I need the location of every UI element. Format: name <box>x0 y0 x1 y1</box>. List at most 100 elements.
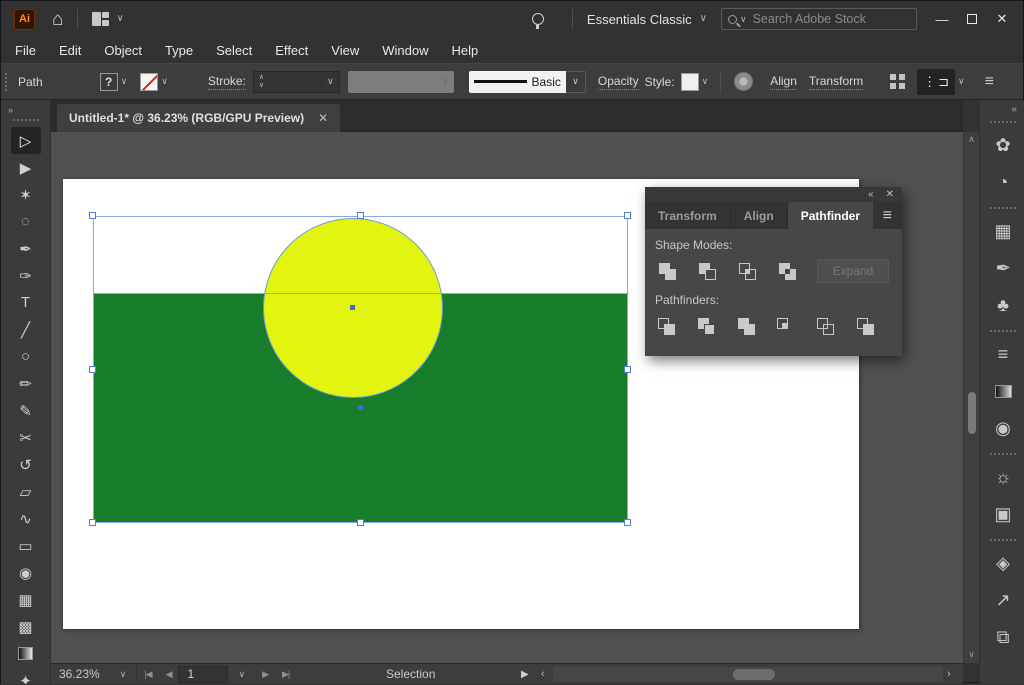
selection-bounding-box[interactable] <box>93 216 628 523</box>
exclude-button[interactable] <box>775 259 799 283</box>
document-tab[interactable]: Untitled-1* @ 36.23% (RGB/GPU Preview) ✕ <box>57 104 340 132</box>
graphic-style-swatch[interactable] <box>681 73 699 91</box>
divide-button[interactable] <box>655 314 678 338</box>
selection-handle-top-left[interactable] <box>89 212 96 219</box>
menu-file[interactable]: File <box>15 43 36 58</box>
scroll-up-icon[interactable]: ∧ <box>968 132 975 146</box>
chevron-down-icon[interactable]: ∨ <box>121 76 128 87</box>
panel-dock-button[interactable]: ⋮ ⊐ <box>917 69 955 95</box>
menu-object[interactable]: Object <box>104 43 142 58</box>
stroke-panel-button[interactable]: ≡ <box>980 336 1024 373</box>
scroll-down-icon[interactable]: ∨ <box>968 647 975 661</box>
arrange-documents-button[interactable]: ∨ <box>92 12 123 26</box>
dock-grip[interactable] <box>990 121 1016 123</box>
gradient-tool[interactable] <box>11 640 41 667</box>
transform-link[interactable]: Transform <box>809 74 863 90</box>
type-tool[interactable]: T <box>11 289 41 316</box>
menu-help[interactable]: Help <box>451 43 478 58</box>
rectangle-center-point[interactable] <box>358 405 363 410</box>
scroll-right-icon[interactable]: › <box>947 668 951 680</box>
recolor-artwork-icon[interactable] <box>734 72 753 91</box>
color-guide-panel-button[interactable]: ◔ <box>980 164 1024 201</box>
last-artboard-button[interactable]: ▶| <box>275 669 296 680</box>
brush-definition-dropdown[interactable]: Basic ∨ <box>469 71 586 93</box>
merge-button[interactable] <box>735 314 758 338</box>
chevron-down-icon[interactable]: ∨ <box>700 14 707 24</box>
selection-handle-middle-left[interactable] <box>89 366 96 373</box>
stroke-stepper[interactable]: ∧ ∨ <box>254 74 269 89</box>
appearance-panel-button[interactable]: ☼ <box>980 459 1024 496</box>
perspective-grid-tool[interactable]: ▦ <box>11 586 41 613</box>
shape-builder-tool[interactable]: ◉ <box>11 559 41 586</box>
menu-view[interactable]: View <box>331 43 359 58</box>
all-tools-grid-icon[interactable] <box>890 74 905 89</box>
selection-tool[interactable]: ▷ <box>11 127 41 154</box>
fill-color-swatch[interactable]: ? <box>100 73 118 91</box>
scale-tool[interactable]: ▱ <box>11 478 41 505</box>
chevron-down-icon[interactable]: ∨ <box>161 76 168 87</box>
minus-back-button[interactable] <box>854 314 877 338</box>
stepper-up-icon[interactable]: ∧ <box>259 74 264 81</box>
menu-type[interactable]: Type <box>165 43 193 58</box>
vertical-scrollbar[interactable]: ∧ ∨ <box>963 132 979 663</box>
line-segment-tool[interactable]: ╱ <box>11 316 41 343</box>
menu-window[interactable]: Window <box>382 43 428 58</box>
vertical-scrollbar-thumb[interactable] <box>968 392 976 434</box>
dock-collapse-icon[interactable]: « <box>980 100 1024 115</box>
minus-front-button[interactable] <box>695 259 719 283</box>
next-artboard-button[interactable]: ▶ <box>255 669 275 680</box>
tab-align[interactable]: Align <box>731 202 788 229</box>
selection-handle-bottom-center[interactable] <box>357 519 364 526</box>
opacity-link[interactable]: Opacity <box>598 74 639 90</box>
intersect-button[interactable] <box>735 259 759 283</box>
swatches-panel-button[interactable]: ▦ <box>980 213 1024 250</box>
chevron-down-icon[interactable]: ∨ <box>321 76 339 87</box>
align-link[interactable]: Align <box>770 74 797 90</box>
artboard-number-field[interactable]: 1 <box>178 666 228 683</box>
symbols-panel-button[interactable]: ♣ <box>980 287 1024 324</box>
discover-lightbulb-icon[interactable] <box>532 13 544 25</box>
chevron-down-icon[interactable]: ∨ <box>958 76 965 87</box>
stroke-weight-field[interactable]: ∧ ∨ ∨ <box>253 71 340 93</box>
home-icon[interactable]: ⌂ <box>52 10 63 29</box>
brushes-panel-button[interactable]: ✒ <box>980 250 1024 287</box>
rotate-tool[interactable]: ↺ <box>11 451 41 478</box>
menu-edit[interactable]: Edit <box>59 43 81 58</box>
close-button[interactable]: ✕ <box>987 6 1017 32</box>
tab-transform[interactable]: Transform <box>645 202 731 229</box>
menu-select[interactable]: Select <box>216 43 252 58</box>
ellipse-tool[interactable]: ○ <box>11 343 41 370</box>
selection-handle-bottom-left[interactable] <box>89 519 96 526</box>
selection-handle-top-center[interactable] <box>357 212 364 219</box>
app-logo-icon[interactable]: Ai <box>14 9 35 30</box>
chevron-down-icon[interactable]: ∨ <box>702 76 709 87</box>
panel-menu-icon[interactable]: ≡ <box>883 202 892 229</box>
circle-center-point[interactable] <box>350 305 355 310</box>
chevron-down-icon[interactable]: ∨ <box>566 71 586 93</box>
selection-handle-top-right[interactable] <box>624 212 631 219</box>
pen-tool[interactable]: ✒ <box>11 235 41 262</box>
search-adobe-stock-input[interactable]: ∨ Search Adobe Stock <box>721 8 917 30</box>
status-expand-icon[interactable]: ▶ <box>521 669 529 680</box>
toolbar-expand-icon[interactable]: » <box>1 100 50 117</box>
previous-artboard-button[interactable]: ◀ <box>159 669 179 680</box>
zoom-dropdown-icon[interactable]: ∨ <box>110 669 137 680</box>
control-bar-grip[interactable] <box>5 73 10 91</box>
scroll-left-icon[interactable]: ‹ <box>541 668 545 680</box>
horizontal-scrollbar[interactable] <box>553 667 943 682</box>
lasso-tool[interactable]: ◌ <box>11 208 41 235</box>
stroke-weight-value[interactable] <box>269 72 321 92</box>
outline-button[interactable] <box>814 314 837 338</box>
layers-panel-button[interactable]: ◈ <box>980 545 1024 582</box>
zoom-level-value[interactable]: 36.23% <box>51 667 110 681</box>
direct-selection-tool[interactable]: ▶ <box>11 154 41 181</box>
toolbar-grip[interactable] <box>13 119 39 121</box>
curvature-tool[interactable]: ✑ <box>11 262 41 289</box>
stepper-down-icon[interactable]: ∨ <box>259 82 264 89</box>
paintbrush-tool[interactable]: ✏ <box>11 370 41 397</box>
unite-button[interactable] <box>655 259 679 283</box>
first-artboard-button[interactable]: |◀ <box>137 669 158 680</box>
magic-wand-tool[interactable]: ✶ <box>11 181 41 208</box>
crop-button[interactable] <box>774 314 797 338</box>
stroke-color-swatch[interactable] <box>140 73 158 91</box>
